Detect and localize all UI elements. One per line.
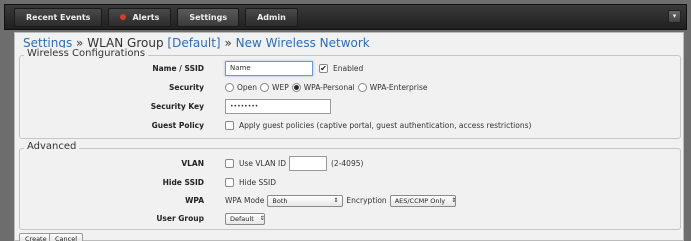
security-open-radio[interactable] (225, 83, 234, 92)
user-group-value: Default (230, 214, 254, 223)
security-open-label: Open (237, 83, 258, 92)
security-wep-radio[interactable] (260, 83, 270, 92)
tab-settings[interactable]: Settings (177, 7, 240, 27)
vlan-label: VLAN (181, 159, 204, 168)
vlan-checkbox-label: Use VLAN ID (239, 159, 286, 168)
enabled-checkbox[interactable]: ✔ (319, 64, 328, 73)
wpa-mode-select[interactable]: Both ⇕ (267, 194, 344, 207)
security-wpa-enterprise-label: WPA-Enterprise (369, 83, 428, 92)
advanced-group: Advanced VLAN Use VLAN ID (2-4095) Hide … (19, 141, 681, 230)
create-button[interactable]: Create (19, 233, 53, 241)
name-ssid-label: Name / SSID (152, 64, 204, 73)
security-wep-label: WEP (272, 83, 289, 92)
page-title: New Wireless Network (235, 36, 370, 50)
top-nav-bar: Recent Events Alerts Settings Admin ▾ (4, 4, 687, 30)
name-ssid-input[interactable]: Name (225, 61, 313, 76)
select-arrows-icon: ⇕ (451, 197, 457, 204)
user-group-select[interactable]: Default ⇕ (225, 212, 265, 225)
security-wpa-enterprise-radio[interactable] (357, 83, 367, 92)
wireless-config-group: Wireless Configurations Name / SSID Name… (19, 48, 681, 139)
breadcrumb-group-default[interactable]: [Default] (167, 36, 220, 50)
guest-policy-label: Guest Policy (151, 121, 204, 130)
encryption-label: Encryption (346, 196, 387, 205)
wpa-label: WPA (185, 196, 204, 205)
tab-alerts[interactable]: Alerts (108, 7, 172, 27)
alert-dot-icon (120, 14, 127, 20)
security-wpa-personal-radio[interactable] (291, 83, 301, 92)
breadcrumb-separator: » (224, 36, 232, 50)
advanced-legend: Advanced (24, 141, 80, 152)
tab-label: Settings (189, 12, 228, 22)
chevron-down-icon[interactable]: ▾ (668, 10, 681, 23)
security-key-input[interactable]: •••••••• (225, 99, 331, 114)
tab-label: Recent Events (26, 12, 91, 22)
cancel-button[interactable]: Cancel (49, 233, 84, 241)
wpa-mode-value: Both (272, 196, 288, 205)
vlan-checkbox[interactable] (225, 159, 234, 168)
hide-ssid-checkbox[interactable] (225, 178, 234, 187)
user-group-label: User Group (156, 214, 204, 223)
select-arrows-icon: ⇕ (333, 197, 339, 204)
tab-recent-events[interactable]: Recent Events (14, 7, 103, 27)
tab-label: Alerts (132, 12, 160, 22)
select-arrows-icon: ⇕ (259, 215, 265, 222)
security-key-label: Security Key (150, 102, 204, 111)
wpa-mode-label: WPA Mode (225, 196, 265, 205)
wireless-config-legend: Wireless Configurations (24, 48, 149, 59)
vlan-range-hint: (2-4095) (331, 159, 364, 168)
hide-ssid-label: Hide SSID (162, 178, 204, 187)
enabled-label: Enabled (333, 64, 364, 73)
settings-panel: Settings » WLAN Group [Default] » New Wi… (14, 32, 684, 241)
guest-policy-text: Apply guest policies (captive portal, gu… (239, 121, 532, 130)
security-wpa-personal-label: WPA-Personal (303, 83, 355, 92)
tab-label: Admin (257, 12, 286, 22)
vlan-id-input[interactable] (289, 156, 327, 171)
guest-policy-checkbox[interactable] (225, 121, 234, 130)
encryption-select[interactable]: AES/CCMP Only ⇕ (389, 194, 457, 207)
tab-admin[interactable]: Admin (245, 7, 298, 27)
security-label: Security (168, 83, 204, 92)
hide-ssid-checkbox-label: Hide SSID (239, 178, 276, 187)
encryption-value: AES/CCMP Only (394, 196, 446, 205)
